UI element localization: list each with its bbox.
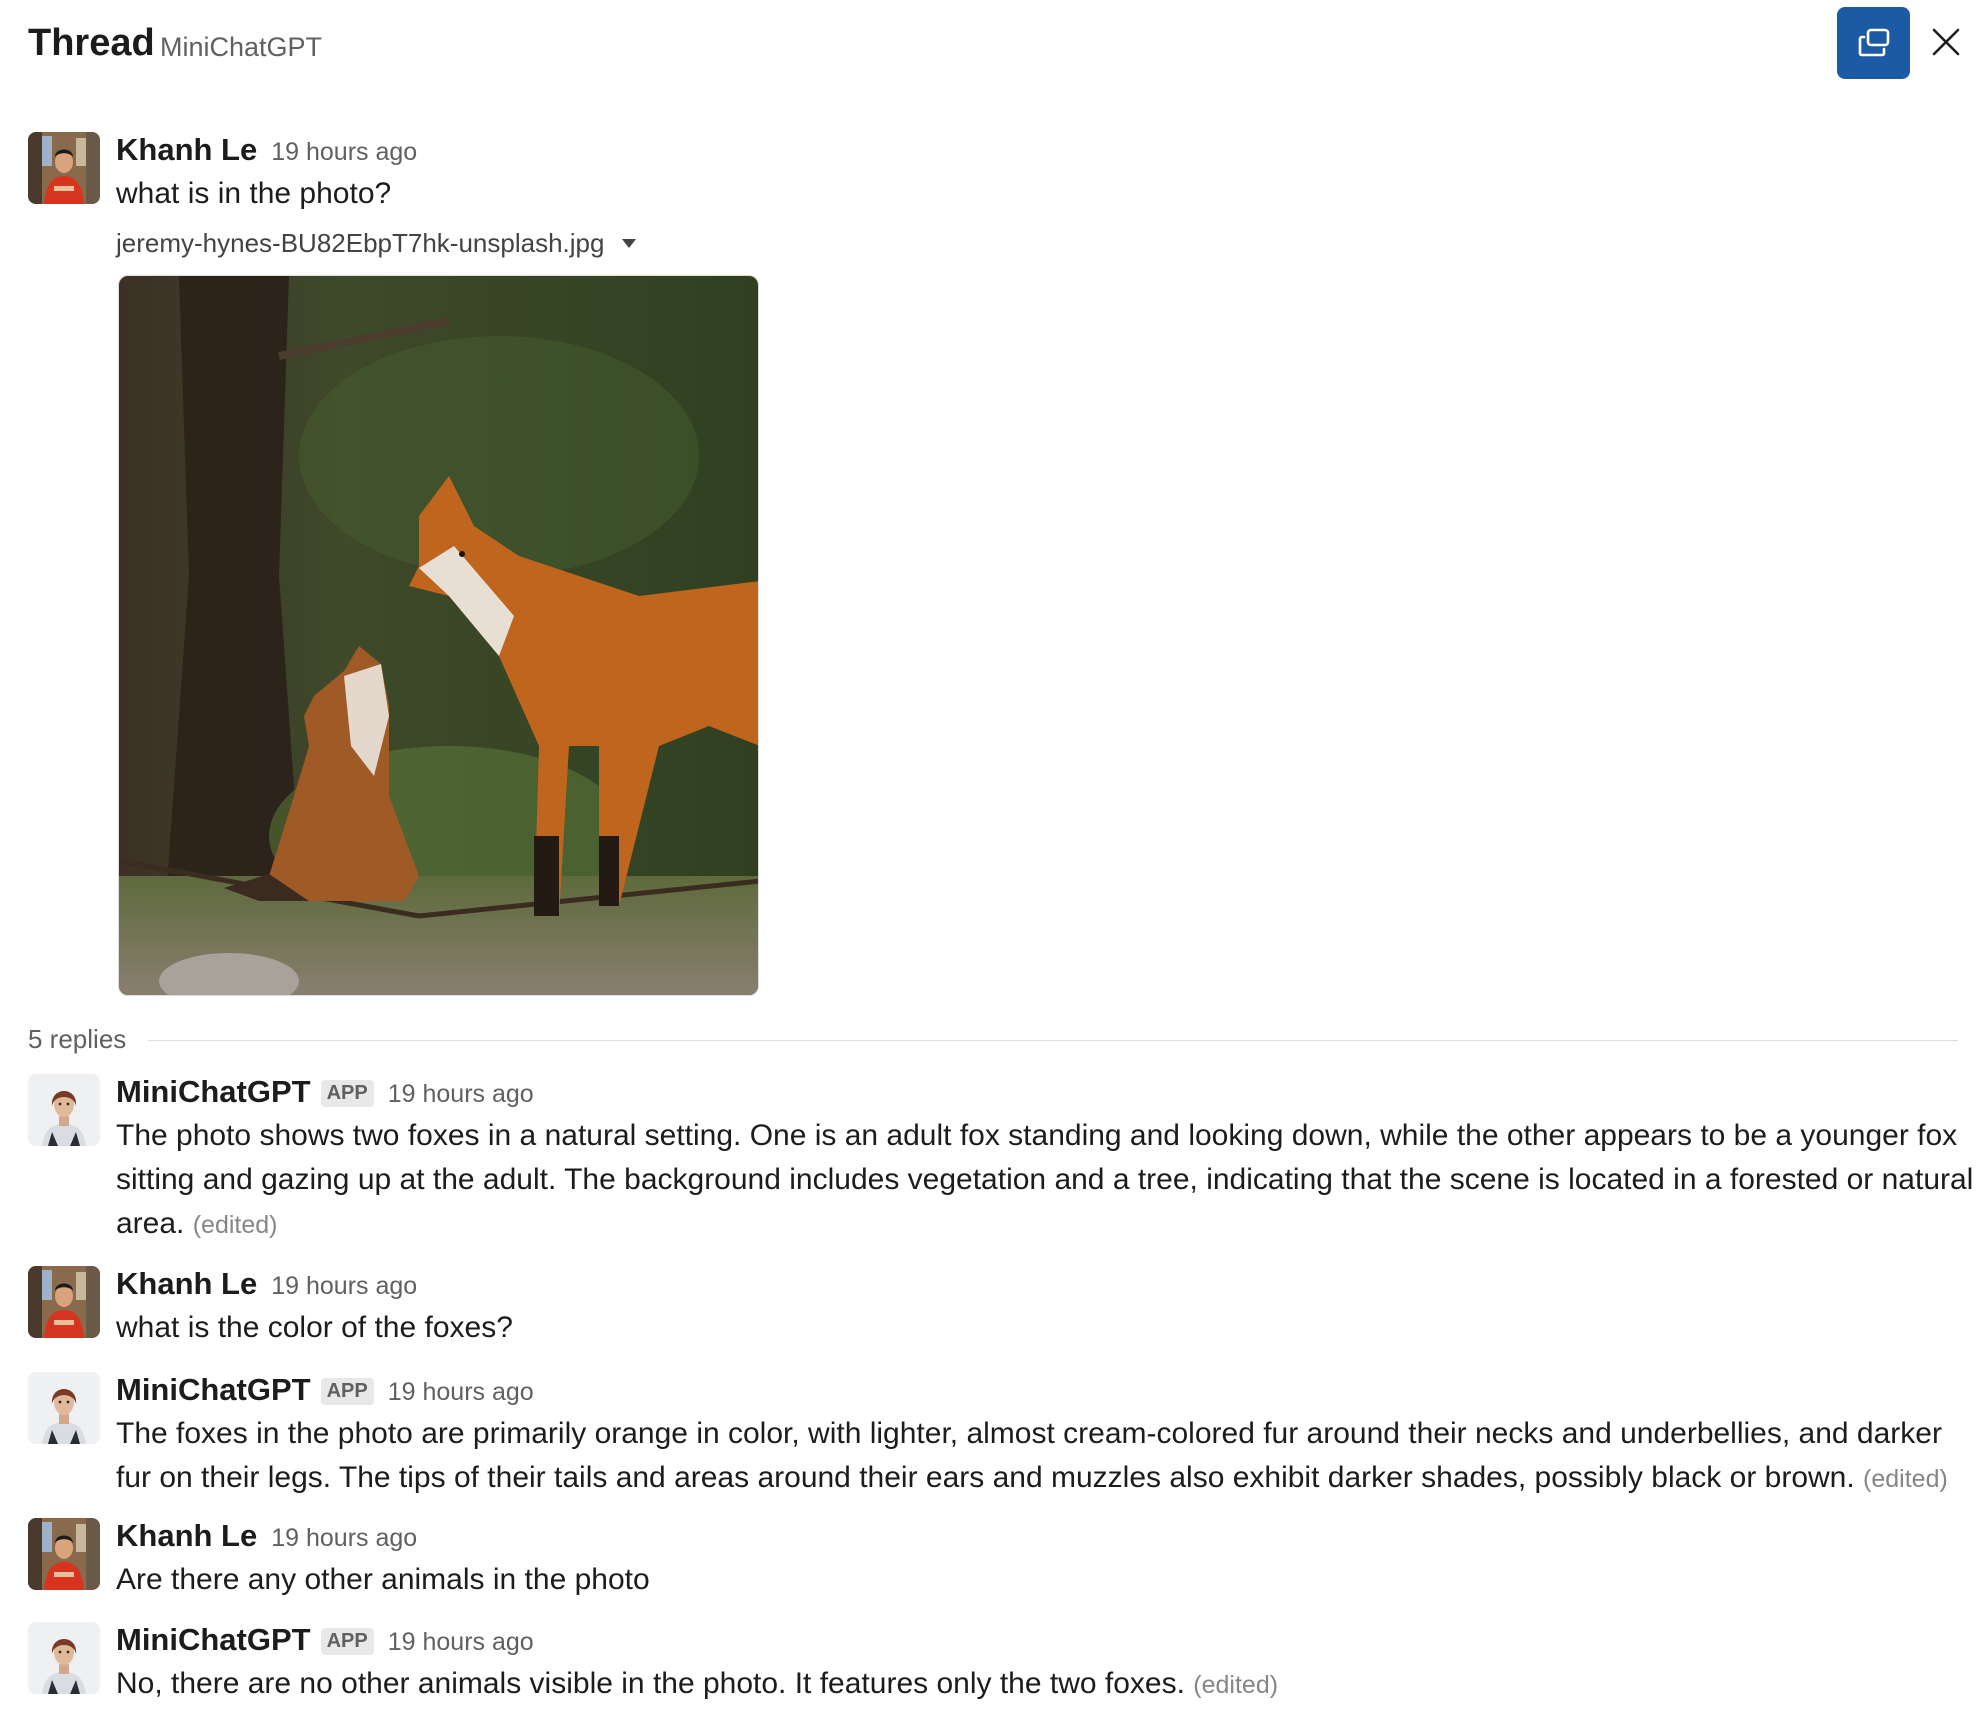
reply-message: MiniChatGPT APP 19 hours ago The photo s… <box>28 1074 1973 1244</box>
message-text: what is in the photo? <box>116 177 392 210</box>
open-in-window-icon <box>1858 28 1889 57</box>
edited-label: (edited) <box>1193 1671 1279 1699</box>
timestamp[interactable]: 19 hours ago <box>388 1628 534 1657</box>
close-icon <box>1932 28 1960 56</box>
channel-name[interactable]: MiniChatGPT <box>160 32 322 63</box>
message-content: The photo shows two foxes in a natural s… <box>116 1119 1974 1240</box>
reply-message: MiniChatGPT APP 19 hours ago No, there a… <box>28 1622 1958 1712</box>
attached-photo[interactable] <box>118 275 759 996</box>
thread-header: Thread MiniChatGPT <box>0 0 1986 90</box>
app-badge: APP <box>320 1378 374 1405</box>
message-text: The photo shows two foxes in a natural s… <box>116 1114 1984 1247</box>
page-title: Thread <box>28 22 155 64</box>
avatar[interactable] <box>28 1266 100 1338</box>
edited-label: (edited) <box>1863 1465 1948 1493</box>
avatar[interactable] <box>28 1372 100 1444</box>
author-name[interactable]: MiniChatGPT <box>116 1372 311 1408</box>
message-content: No, there are no other animals visible i… <box>116 1667 1185 1700</box>
reply-message: Khanh Le 19 hours ago Are there any othe… <box>28 1518 1958 1608</box>
author-name[interactable]: MiniChatGPT <box>116 1622 311 1658</box>
reply-message: MiniChatGPT APP 19 hours ago The foxes i… <box>28 1372 1958 1502</box>
timestamp[interactable]: 19 hours ago <box>271 138 417 167</box>
avatar[interactable] <box>28 132 100 204</box>
avatar[interactable] <box>28 1622 100 1694</box>
close-button[interactable] <box>1926 22 1966 62</box>
replies-count: 5 replies <box>28 1024 127 1054</box>
app-badge: APP <box>320 1080 374 1107</box>
message-text: The foxes in the photo are primarily ora… <box>116 1412 1984 1501</box>
timestamp[interactable]: 19 hours ago <box>388 1080 534 1109</box>
author-name[interactable]: Khanh Le <box>116 1266 257 1302</box>
timestamp[interactable]: 19 hours ago <box>271 1272 417 1301</box>
caret-down-icon[interactable] <box>622 239 637 248</box>
author-name[interactable]: Khanh Le <box>116 132 257 168</box>
message-text: No, there are no other animals visible i… <box>116 1662 1984 1707</box>
replies-divider: 5 replies <box>28 1024 1958 1060</box>
author-name[interactable]: Khanh Le <box>116 1518 257 1554</box>
timestamp[interactable]: 19 hours ago <box>271 1524 417 1553</box>
avatar[interactable] <box>28 1518 100 1590</box>
file-attachment-name[interactable]: jeremy-hynes-BU82EbpT7hk-unsplash.jpg <box>116 228 637 259</box>
divider <box>148 1040 1958 1041</box>
message-text: what is the color of the foxes? <box>116 1311 513 1344</box>
open-in-window-button[interactable] <box>1837 7 1910 79</box>
avatar[interactable] <box>28 1074 100 1146</box>
file-name: jeremy-hynes-BU82EbpT7hk-unsplash.jpg <box>116 228 605 258</box>
edited-label: (edited) <box>192 1211 278 1239</box>
author-name[interactable]: MiniChatGPT <box>116 1074 311 1110</box>
message-text: Are there any other animals in the photo <box>116 1563 650 1596</box>
timestamp[interactable]: 19 hours ago <box>388 1378 534 1407</box>
app-badge: APP <box>320 1628 374 1655</box>
message-content: The foxes in the photo are primarily ora… <box>116 1417 1942 1494</box>
reply-message: Khanh Le 19 hours ago what is the color … <box>28 1266 1958 1356</box>
